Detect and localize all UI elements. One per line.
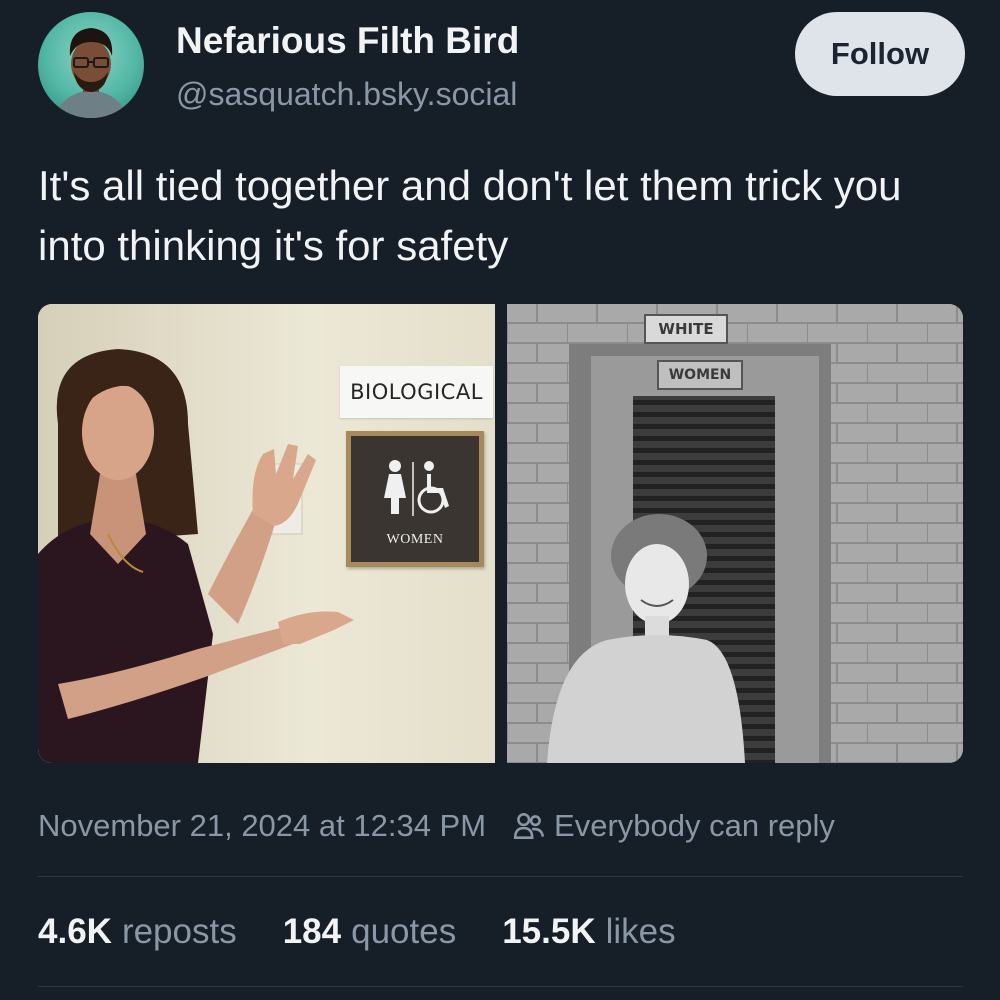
quotes-label: quotes	[351, 912, 457, 951]
post-text: It's all tied together and don't let the…	[38, 162, 902, 269]
reply-setting: Everybody can reply	[512, 808, 835, 844]
follow-button[interactable]: Follow	[795, 12, 965, 96]
likes-stat[interactable]: 15.5K likes	[502, 912, 675, 952]
white-sign: WHITE	[644, 314, 728, 344]
quotes-count: 184	[282, 912, 342, 951]
avatar-image	[56, 28, 126, 118]
reply-setting-label: Everybody can reply	[554, 808, 835, 843]
divider	[38, 876, 963, 877]
avatar[interactable]	[38, 12, 144, 118]
post-image-right[interactable]: WHITE WOMEN	[507, 304, 963, 763]
reposts-stat[interactable]: 4.6K reposts	[38, 912, 237, 952]
likes-label: likes	[605, 912, 676, 951]
post-image-left[interactable]: BIOLOGICAL WOMEN	[38, 304, 495, 763]
quotes-stat[interactable]: 184 quotes	[283, 912, 457, 952]
post-timestamp[interactable]: November 21, 2024 at 12:34 PM	[38, 808, 486, 844]
restroom-sign: WOMEN	[346, 431, 484, 567]
reposts-label: reposts	[121, 912, 237, 951]
author-name[interactable]: Nefarious Filth Bird	[176, 20, 519, 62]
women-sign: WOMEN	[657, 360, 743, 390]
biological-label: BIOLOGICAL	[340, 366, 493, 418]
people-icon	[513, 813, 545, 839]
post-meta: November 21, 2024 at 12:34 PM Everybody …	[38, 803, 835, 849]
restroom-sign-text: WOMEN	[386, 532, 444, 547]
divider	[38, 986, 963, 987]
likes-count: 15.5K	[502, 912, 596, 951]
post-stats: 4.6K reposts 184 quotes 15.5K likes	[38, 908, 722, 956]
author-handle[interactable]: @sasquatch.bsky.social	[176, 76, 517, 113]
reposts-count: 4.6K	[38, 912, 112, 951]
